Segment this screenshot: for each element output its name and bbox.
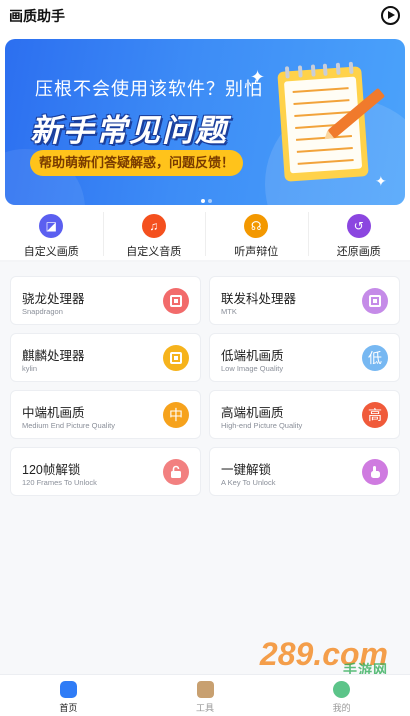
- notepad-illustration: [277, 61, 369, 182]
- shortcut-label: 听声辩位: [234, 246, 279, 258]
- shortcut-label: 还原画质: [336, 246, 381, 258]
- gamepad-icon: [59, 681, 77, 698]
- tap-hand-icon: [362, 459, 388, 485]
- card-title: 低端机画质: [221, 349, 284, 363]
- nav-label: 我的: [332, 703, 351, 713]
- card-subtitle: MTK: [221, 307, 237, 316]
- unlock-icon: [163, 459, 189, 485]
- card-subtitle: kylin: [22, 364, 38, 373]
- card-one-key-unlock[interactable]: 一键解锁 A Key To Unlock: [209, 447, 400, 496]
- card-title: 中端机画质: [22, 406, 85, 420]
- nav-label: 首页: [59, 703, 78, 713]
- shortcut-sound-position[interactable]: ☊ 听声辩位: [205, 208, 308, 260]
- app-header: 画质助手: [0, 0, 410, 32]
- bottom-nav: 首页 工具 我的: [0, 674, 410, 716]
- high-badge-icon: 高: [362, 402, 388, 428]
- card-title: 骁龙处理器: [22, 292, 85, 306]
- card-snapdragon[interactable]: 骁龙处理器 Snapdragon: [10, 276, 201, 325]
- sparkle-icon: ✦: [250, 67, 266, 87]
- box-icon: [196, 681, 214, 698]
- card-title: 120帧解锁: [22, 463, 81, 477]
- card-kylin[interactable]: 麒麟处理器 kylin: [10, 333, 201, 382]
- app-root: 画质助手 压根不会使用该软件？别怕 新手常见问题 帮助萌新们答疑解惑，问题反馈！…: [0, 0, 410, 716]
- nav-label: 工具: [196, 703, 215, 713]
- banner-pill: 帮助萌新们答疑解惑，问题反馈！: [30, 150, 244, 176]
- card-title: 一键解锁: [221, 463, 272, 477]
- sparkle-icon: ✦: [375, 173, 387, 189]
- shortcut-custom-sound[interactable]: ♫ 自定义音质: [102, 208, 206, 260]
- banner-subtitle: 压根不会使用该软件？别怕: [35, 79, 263, 99]
- feature-grid: 骁龙处理器 Snapdragon 联发科处理器 MTK 麒麟处理器 kylin …: [0, 262, 410, 674]
- card-low-quality[interactable]: 低端机画质 Low Image Quality 低: [209, 333, 400, 382]
- restore-icon: ↺: [346, 214, 371, 238]
- card-title: 麒麟处理器: [22, 349, 85, 363]
- custom-quality-icon: ◪: [39, 214, 64, 238]
- carousel-indicator: [201, 199, 212, 203]
- card-subtitle: Medium End Picture Quality: [22, 421, 115, 430]
- carousel-dot[interactable]: [201, 199, 205, 203]
- card-subtitle: High-end Picture Quality: [221, 421, 303, 430]
- carousel-dot[interactable]: [208, 199, 212, 203]
- nav-mine[interactable]: 我的: [273, 675, 410, 716]
- headphones-icon: ☊: [244, 214, 269, 238]
- chip-icon: [163, 345, 189, 371]
- card-subtitle: Low Image Quality: [221, 364, 284, 373]
- chip-icon: [163, 288, 189, 314]
- banner-faq[interactable]: 压根不会使用该软件？别怕 新手常见问题 帮助萌新们答疑解惑，问题反馈！ ✦ ✦: [5, 39, 405, 205]
- card-mtk[interactable]: 联发科处理器 MTK: [209, 276, 400, 325]
- app-title: 画质助手: [9, 8, 65, 24]
- shortcut-label: 自定义画质: [23, 246, 79, 258]
- medium-badge-icon: 中: [163, 402, 189, 428]
- card-120fps-unlock[interactable]: 120帧解锁 120 Frames To Unlock: [10, 447, 201, 496]
- shortcut-custom-quality[interactable]: ◪ 自定义画质: [0, 208, 103, 260]
- card-high-quality[interactable]: 高端机画质 High-end Picture Quality 高: [209, 390, 400, 439]
- banner-headline: 新手常见问题: [30, 113, 228, 148]
- shortcut-label: 自定义音质: [126, 246, 182, 258]
- banner-container: 压根不会使用该软件？别怕 新手常见问题 帮助萌新们答疑解惑，问题反馈！ ✦ ✦: [0, 32, 410, 208]
- music-note-icon: ♫: [141, 214, 166, 238]
- nav-tools[interactable]: 工具: [137, 675, 274, 716]
- shortcut-restore-quality[interactable]: ↺ 还原画质: [307, 208, 410, 260]
- low-badge-icon: 低: [362, 345, 388, 371]
- card-title: 高端机画质: [221, 406, 284, 420]
- shortcut-bar: ◪ 自定义画质 ♫ 自定义音质 ☊ 听声辩位 ↺ 还原画质: [0, 208, 410, 260]
- nav-home[interactable]: 首页: [0, 675, 137, 716]
- user-icon: [333, 681, 351, 698]
- card-title: 联发科处理器: [221, 292, 297, 306]
- play-circle-icon[interactable]: [381, 6, 400, 25]
- card-subtitle: Snapdragon: [22, 307, 63, 316]
- card-medium-quality[interactable]: 中端机画质 Medium End Picture Quality 中: [10, 390, 201, 439]
- card-subtitle: 120 Frames To Unlock: [22, 478, 97, 487]
- card-subtitle: A Key To Unlock: [221, 478, 276, 487]
- chip-icon: [362, 288, 388, 314]
